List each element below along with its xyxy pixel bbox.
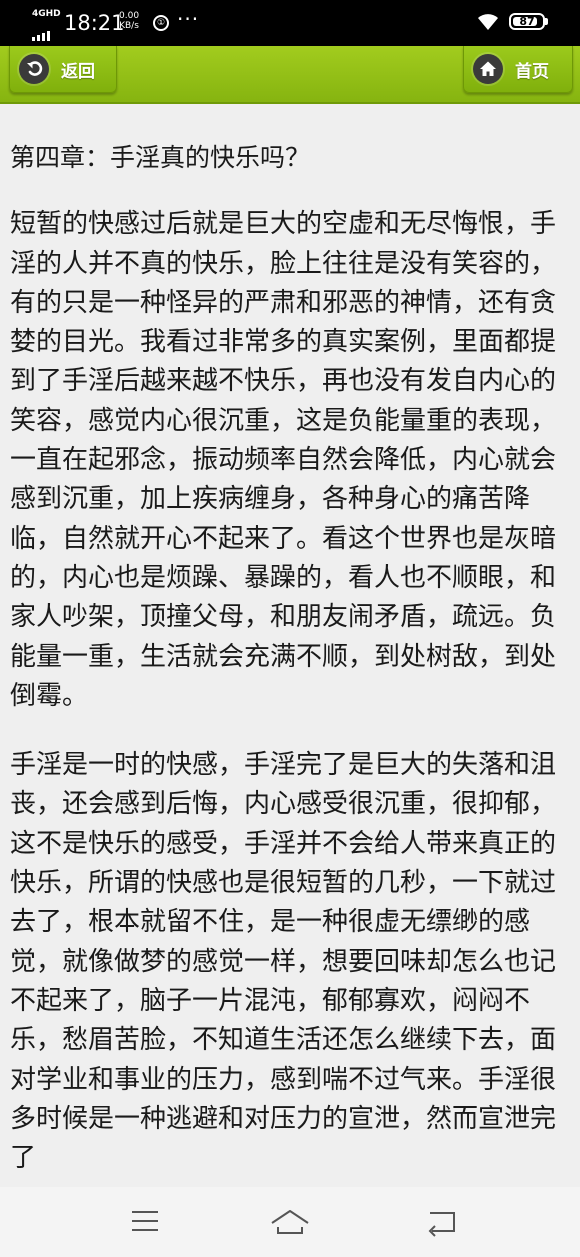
back-label: 返回	[61, 61, 95, 82]
article-paragraph: 短暂的快感过后就是巨大的空虚和无尽悔恨，手淫的人并不真的快乐，脸上往往是没有笑容…	[10, 209, 557, 711]
return-arrow-icon	[428, 1212, 455, 1237]
chapter-title: 第四章：手淫真的快乐吗？	[10, 143, 311, 172]
nav-home-button[interactable]	[270, 1207, 310, 1237]
system-navigation-bar	[0, 1187, 580, 1257]
article-content: 第四章：手淫真的快乐吗？ 短暂的快感过后就是巨大的空虚和无尽悔恨，手淫的人并不真…	[10, 138, 576, 1208]
menu-lines-icon	[132, 1211, 158, 1231]
back-button[interactable]: 返回	[9, 46, 117, 93]
battery-percent: 87	[519, 15, 535, 28]
notification-badge: ①	[156, 18, 166, 28]
network-speed: 0.00 KB/s	[119, 11, 139, 31]
nav-menu-button[interactable]	[126, 1207, 166, 1237]
home-label: 首页	[515, 61, 549, 82]
notification-icon: ①	[153, 15, 169, 31]
house-icon	[473, 54, 503, 84]
signal-icon: 4GHD	[32, 9, 61, 41]
nav-back-button[interactable]	[422, 1207, 462, 1237]
more-notifications-icon: ···	[177, 7, 200, 31]
clock-time: 18:21	[64, 11, 125, 35]
app-header: 返回 首页	[0, 46, 580, 104]
home-button[interactable]: 首页	[463, 46, 573, 93]
article-paragraph: 手淫是一时的快感，手淫完了是巨大的失落和沮丧，还会感到后悔，内心感受很沉重，很抑…	[10, 750, 557, 1174]
status-bar: 4GHD 18:21 0.00 KB/s ① ··· 87	[0, 0, 580, 46]
network-type-label: 4GHD	[32, 9, 61, 19]
wifi-icon	[478, 14, 498, 30]
battery-icon: 87	[509, 13, 545, 30]
back-arrow-icon	[19, 54, 49, 84]
home-outline-icon	[271, 1210, 309, 1234]
network-speed-value: 0.00	[119, 11, 140, 21]
network-speed-unit: KB/s	[119, 21, 139, 31]
